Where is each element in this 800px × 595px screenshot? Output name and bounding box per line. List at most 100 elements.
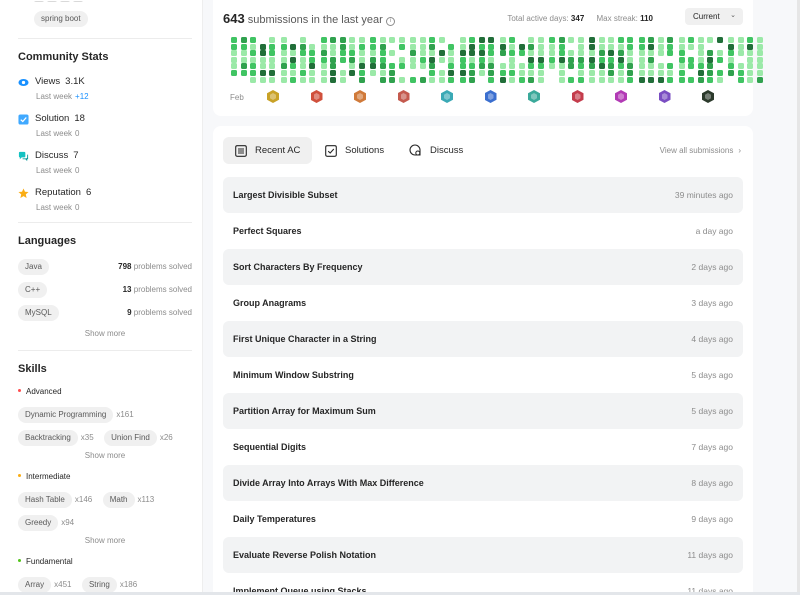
heatmap-cell[interactable]: [537, 63, 544, 70]
heatmap-cell[interactable]: [657, 50, 664, 57]
heatmap-cell[interactable]: [259, 76, 266, 83]
monthly-badge-icon[interactable]: [267, 90, 279, 103]
heatmap-cell[interactable]: [728, 43, 734, 50]
monthly-badge-icon[interactable]: [484, 90, 497, 103]
heatmap-cell[interactable]: [598, 70, 605, 76]
heatmap-cell[interactable]: [370, 50, 376, 57]
heatmap-cell[interactable]: [478, 63, 485, 70]
heatmap-cell[interactable]: [379, 37, 386, 43]
heatmap-cell[interactable]: [747, 50, 753, 57]
heatmap-cell[interactable]: [240, 50, 247, 57]
heatmap-cell[interactable]: [598, 37, 605, 43]
heatmap-cell[interactable]: [617, 56, 624, 63]
heatmap-cell[interactable]: [577, 43, 584, 50]
submission-row[interactable]: Partition Array for Maximum Sum 5 days ag…: [223, 393, 743, 429]
heatmap-cell[interactable]: [577, 70, 584, 76]
heatmap-cell[interactable]: [627, 63, 633, 70]
skill-tag[interactable]: String: [81, 577, 117, 593]
heatmap-cell[interactable]: [638, 56, 645, 63]
heatmap-cell[interactable]: [537, 43, 544, 50]
heatmap-cell[interactable]: [379, 76, 386, 83]
heatmap-cell[interactable]: [448, 76, 454, 83]
heatmap-cell[interactable]: [269, 37, 275, 43]
heatmap-cell[interactable]: [358, 70, 365, 76]
submission-row[interactable]: Divide Array Into Arrays With Max Differ…: [223, 465, 743, 501]
heatmap-cell[interactable]: [528, 76, 534, 83]
heatmap-cell[interactable]: [259, 70, 266, 76]
heatmap-cell[interactable]: [707, 76, 713, 83]
heatmap-cell[interactable]: [488, 37, 494, 43]
heatmap-cell[interactable]: [459, 37, 466, 43]
heatmap-cell[interactable]: [598, 76, 605, 83]
heatmap-cell[interactable]: [568, 63, 574, 70]
heatmap-cell[interactable]: [577, 50, 584, 57]
monthly-badge-icon[interactable]: [615, 90, 627, 103]
submission-row[interactable]: Evaluate Reverse Polish Notation 11 days …: [223, 537, 743, 573]
heatmap-cell[interactable]: [320, 37, 327, 43]
heatmap-cell[interactable]: [320, 56, 327, 63]
heatmap-cell[interactable]: [280, 70, 287, 76]
submission-row[interactable]: Sequential Digits 7 days ago: [223, 429, 743, 465]
language-tag[interactable]: MySQL: [18, 305, 59, 321]
heatmap-cell[interactable]: [370, 56, 376, 63]
heatmap-cell[interactable]: [568, 37, 574, 43]
heatmap-cell[interactable]: [638, 76, 645, 83]
heatmap-cell[interactable]: [469, 76, 475, 83]
heatmap-cell[interactable]: [339, 70, 346, 76]
heatmap-cell[interactable]: [290, 70, 296, 76]
heatmap-cell[interactable]: [509, 50, 515, 57]
skill-tag[interactable]: Hash Table: [18, 492, 72, 508]
heatmap-cell[interactable]: [518, 43, 525, 50]
heatmap-cell[interactable]: [537, 70, 544, 76]
submission-row[interactable]: Largest Divisible Subset 39 minutes ago: [223, 177, 743, 213]
skill-tag[interactable]: Array: [18, 577, 52, 593]
heatmap-cell[interactable]: [231, 37, 237, 43]
heatmap-cell[interactable]: [269, 70, 275, 76]
heatmap-cell[interactable]: [370, 70, 376, 76]
heatmap-cell[interactable]: [627, 37, 633, 43]
monthly-badge-icon[interactable]: [397, 90, 410, 103]
heatmap-cell[interactable]: [478, 70, 485, 76]
heatmap-cell[interactable]: [410, 56, 416, 63]
heatmap-cell[interactable]: [290, 50, 296, 57]
heatmap-cell[interactable]: [737, 70, 744, 76]
skill-tag[interactable]: Union Find: [104, 430, 157, 446]
heatmap-cell[interactable]: [469, 70, 475, 76]
heatmap-cell[interactable]: [478, 43, 485, 50]
heatmap-cell[interactable]: [518, 63, 525, 70]
heatmap-cell[interactable]: [478, 37, 485, 43]
heatmap-cell[interactable]: [499, 63, 506, 70]
submission-row[interactable]: Group Anagrams 3 days ago: [223, 285, 743, 321]
heatmap-cell[interactable]: [747, 43, 753, 50]
heatmap-cell[interactable]: [707, 56, 713, 63]
heatmap-cell[interactable]: [499, 70, 506, 76]
heatmap-cell[interactable]: [389, 50, 395, 57]
heatmap-cell[interactable]: [688, 63, 694, 70]
heatmap-cell[interactable]: [389, 63, 395, 70]
heatmap-cell[interactable]: [410, 76, 416, 83]
heatmap-cell[interactable]: [240, 63, 247, 70]
heatmap-cell[interactable]: [589, 56, 595, 63]
heatmap-cell[interactable]: [438, 50, 445, 57]
heatmap-cell[interactable]: [398, 43, 405, 50]
heatmap-cell[interactable]: [728, 63, 734, 70]
heatmap-cell[interactable]: [657, 43, 664, 50]
heatmap-cell[interactable]: [469, 63, 475, 70]
heatmap-cell[interactable]: [756, 76, 763, 83]
heatmap-cell[interactable]: [231, 50, 237, 57]
heatmap-cell[interactable]: [716, 70, 723, 76]
heatmap-cell[interactable]: [358, 76, 365, 83]
heatmap-cell[interactable]: [756, 56, 763, 63]
heatmap-cell[interactable]: [707, 70, 713, 76]
heatmap-cell[interactable]: [379, 43, 386, 50]
submission-row[interactable]: Sort Characters By Frequency 2 days ago: [223, 249, 743, 285]
heatmap-cell[interactable]: [608, 37, 614, 43]
heatmap-cell[interactable]: [448, 63, 454, 70]
heatmap-cell[interactable]: [309, 70, 315, 76]
heatmap-cell[interactable]: [448, 43, 454, 50]
heatmap-cell[interactable]: [410, 63, 416, 70]
heatmap-cell[interactable]: [728, 37, 734, 43]
heatmap-cell[interactable]: [558, 43, 565, 50]
heatmap-cell[interactable]: [488, 43, 494, 50]
heatmap-cell[interactable]: [716, 76, 723, 83]
